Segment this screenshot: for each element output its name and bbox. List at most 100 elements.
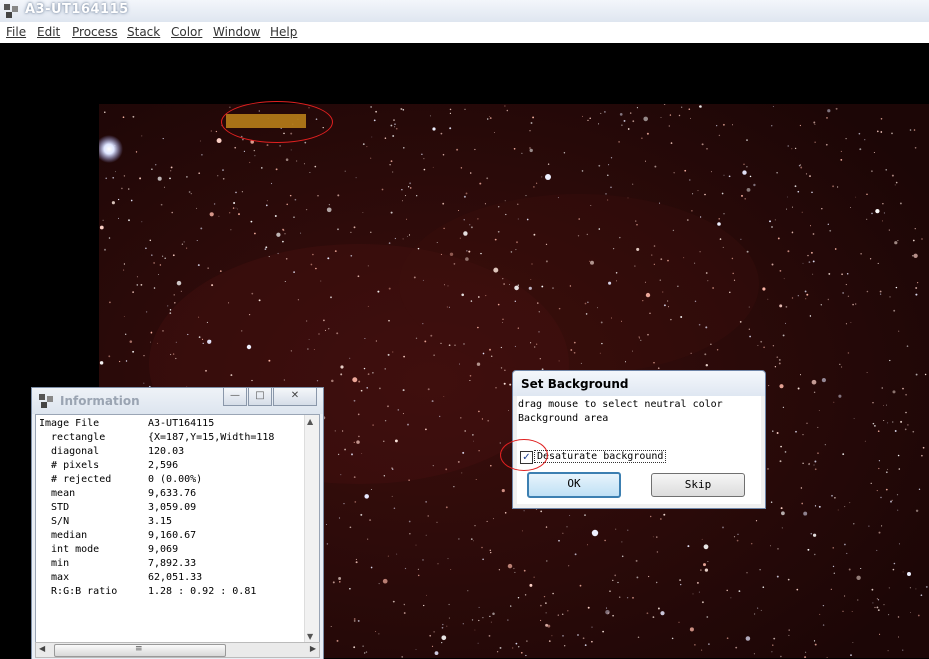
star — [429, 634, 432, 637]
star — [489, 549, 491, 551]
star — [222, 169, 224, 172]
menu-color[interactable]: Color — [171, 25, 202, 39]
star — [415, 649, 417, 650]
scroll-right-icon[interactable]: ▶ — [310, 644, 316, 653]
star — [728, 175, 731, 178]
star — [436, 521, 438, 523]
star — [218, 215, 220, 217]
minimize-button[interactable]: — — [223, 388, 247, 406]
star — [458, 538, 460, 540]
star — [364, 652, 366, 654]
star — [406, 218, 408, 220]
star — [525, 654, 527, 657]
star — [887, 468, 889, 470]
star — [832, 565, 835, 568]
vertical-scrollbar[interactable]: ▲ ▼ — [304, 415, 319, 643]
star — [482, 616, 484, 619]
star — [885, 488, 888, 491]
maximize-button[interactable]: □ — [248, 388, 272, 406]
star — [859, 148, 862, 151]
star — [254, 155, 256, 157]
star — [837, 509, 839, 511]
close-button[interactable]: ✕ — [273, 388, 317, 406]
star — [102, 219, 104, 221]
scroll-down-icon[interactable]: ▼ — [307, 632, 313, 641]
star — [681, 106, 683, 108]
star — [441, 635, 447, 641]
star — [739, 321, 742, 323]
menu-process[interactable]: Process — [72, 25, 118, 39]
star — [506, 109, 509, 112]
star — [169, 177, 171, 180]
star — [306, 320, 308, 322]
info-value: {X=187,Y=15,Width=118 — [148, 432, 275, 443]
star — [874, 606, 876, 609]
star — [123, 269, 125, 271]
dialog-titlebar[interactable]: Set Background — [513, 371, 765, 396]
annotation-circle-checkbox — [500, 439, 548, 471]
horizontal-scrollbar[interactable]: ◀ ≡ ▶ — [35, 642, 320, 658]
info-key: R:G:B ratio — [39, 586, 118, 597]
star — [917, 282, 919, 284]
star — [627, 529, 629, 531]
star — [114, 171, 116, 173]
star — [258, 299, 261, 302]
star — [864, 139, 866, 141]
star — [354, 501, 357, 503]
star — [543, 595, 546, 598]
star — [424, 340, 427, 343]
star — [607, 612, 609, 614]
scroll-thumb[interactable]: ≡ — [54, 644, 226, 657]
star — [795, 430, 797, 433]
menu-window[interactable]: Window — [213, 25, 260, 39]
star — [320, 280, 322, 282]
star — [381, 188, 384, 191]
star — [842, 292, 844, 294]
star — [579, 584, 582, 587]
star — [872, 422, 875, 425]
ok-button[interactable]: OK — [527, 472, 621, 498]
star — [290, 149, 292, 151]
star — [701, 601, 704, 604]
star — [846, 273, 849, 275]
star — [490, 355, 493, 358]
menu-stack[interactable]: Stack — [127, 25, 160, 39]
star — [314, 165, 317, 168]
menu-file[interactable]: File — [6, 25, 26, 39]
star — [369, 519, 372, 522]
scroll-up-icon[interactable]: ▲ — [307, 417, 313, 426]
star — [251, 379, 253, 382]
star — [760, 609, 762, 611]
star — [388, 242, 391, 244]
star — [794, 147, 797, 150]
star — [264, 248, 267, 250]
star — [151, 254, 153, 256]
star — [826, 117, 828, 119]
star — [336, 332, 339, 335]
desaturate-checkbox-label[interactable]: Desaturate background — [534, 450, 667, 463]
menu-help[interactable]: Help — [270, 25, 297, 39]
bright-star — [432, 127, 436, 131]
star — [780, 445, 782, 448]
star — [392, 351, 394, 353]
menu-edit[interactable]: Edit — [37, 25, 60, 39]
star — [432, 464, 434, 467]
star — [517, 645, 520, 648]
star — [831, 494, 833, 497]
star — [283, 379, 285, 381]
star — [237, 208, 239, 210]
window-title: A3-UT164115 — [25, 2, 129, 17]
star — [651, 254, 653, 256]
skip-button[interactable]: Skip — [651, 473, 745, 497]
star — [639, 337, 640, 339]
star — [607, 174, 609, 176]
star — [635, 559, 638, 562]
star — [558, 539, 560, 542]
information-titlebar[interactable]: Information — □ ✕ — [32, 388, 323, 414]
star — [490, 551, 492, 554]
star — [657, 607, 660, 610]
scroll-left-icon[interactable]: ◀ — [39, 644, 45, 653]
star — [807, 254, 809, 257]
star — [429, 115, 431, 117]
star — [730, 597, 732, 599]
